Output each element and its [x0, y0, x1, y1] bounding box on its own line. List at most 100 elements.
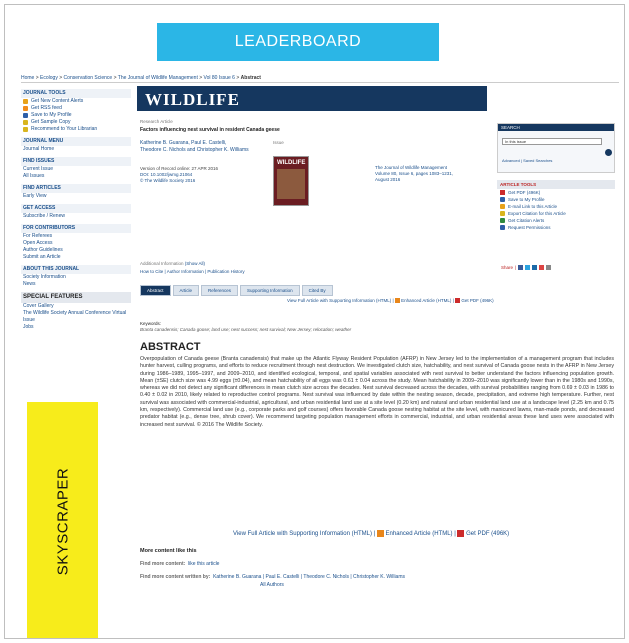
special-jobs[interactable]: Jobs [21, 324, 131, 331]
alert-icon [23, 99, 28, 104]
view-full-article-link-bottom[interactable]: View Full Article with Supporting Inform… [233, 531, 372, 537]
breadcrumb-current: Abstract [240, 75, 261, 81]
rss-icon [23, 106, 28, 111]
enhanced-article-link-bottom[interactable]: Enhanced Article (HTML) [386, 531, 453, 537]
journal-volume[interactable]: Volume 80, Issue 6, pages 1083–1231, Aug… [375, 171, 465, 183]
breadcrumb-volume[interactable]: Vol 80 Issue 6 [204, 75, 235, 81]
keywords-list[interactable]: Branta canadensis; Canada goose; land us… [140, 327, 610, 333]
twitter-icon[interactable] [525, 265, 531, 270]
menu-open-access[interactable]: Open Access [21, 240, 131, 247]
menu-news[interactable]: News [21, 281, 131, 288]
left-sidebar: JOURNAL TOOLS Get New Content Alerts Get… [21, 85, 131, 331]
menu-author-guidelines[interactable]: Author Guidelines [21, 247, 131, 254]
cover-title: WILDLIFE [277, 160, 306, 166]
tab-supporting-info[interactable]: Supporting Information [240, 285, 300, 296]
publication-info: Version of Record online: 27 APR 2016 DO… [140, 166, 260, 184]
abstract-heading: ABSTRACT [140, 341, 201, 353]
breadcrumb: Home > Ecology > Conservation Science > … [21, 75, 261, 81]
export-icon [500, 211, 505, 216]
view-full-article-link[interactable]: View Full Article with Supporting Inform… [287, 298, 391, 303]
journal-cover-image[interactable]: WILDLIFE [273, 156, 309, 206]
advanced-search-link[interactable]: Advanced [502, 158, 520, 163]
menu-all-issues[interactable]: All Issues [21, 173, 131, 180]
menu-submit-article[interactable]: Submit an Article [21, 254, 131, 261]
special-virtual-issue[interactable]: The Wildlife Society Annual Conference V… [21, 310, 131, 324]
article-type: Research Article [140, 119, 173, 124]
tab-references[interactable]: References [201, 285, 239, 296]
journal-tool-save[interactable]: Save to My Profile [21, 112, 131, 119]
authors-line-1[interactable]: Katherine B. Guarana, Paul E. Castelli, [140, 140, 300, 147]
author-info-link[interactable]: Author Information [167, 269, 204, 274]
skyscraper-label: SKYSCRAPER [54, 467, 72, 575]
find-more-label: Find more content: [140, 561, 186, 567]
all-authors-link[interactable]: All Authors [260, 582, 284, 588]
saved-searches-link[interactable]: Saved Searches [523, 158, 552, 163]
menu-early-view[interactable]: Early View [21, 193, 131, 200]
tool-get-pdf[interactable]: Get PDF (496K) [497, 189, 615, 196]
search-go-button[interactable] [605, 149, 612, 156]
enhanced-icon [394, 298, 400, 304]
facebook-icon[interactable] [518, 265, 524, 270]
breadcrumb-home[interactable]: Home [21, 75, 34, 81]
permissions-icon [500, 225, 505, 230]
menu-society-info[interactable]: Society Information [21, 274, 131, 281]
tool-save-profile[interactable]: Save to My Profile [497, 196, 615, 203]
share-bar: Share | [501, 265, 552, 270]
main-content: WILDLIFE Research Article Factors influe… [137, 83, 619, 638]
copyright: © The Wildlife Society 2016 [140, 178, 196, 183]
tab-abstract[interactable]: Abstract [140, 285, 171, 296]
more-content-by: Find more content written by: Katherine … [140, 573, 600, 589]
show-all-link[interactable]: (Show All) [185, 261, 205, 266]
additional-info: Additional Information (Show All) [140, 261, 206, 266]
google-icon[interactable] [539, 265, 545, 270]
pub-history-link[interactable]: Publication History [207, 269, 244, 274]
tool-citation-alerts[interactable]: Get Citation Alerts [497, 217, 615, 224]
enhanced-article-link[interactable]: Enhanced Article (HTML) [401, 298, 451, 303]
recommend-icon [23, 127, 28, 132]
menu-subscribe[interactable]: Subscribe / Renew [21, 213, 131, 220]
breadcrumb-ecology[interactable]: Ecology [40, 75, 58, 81]
journal-banner[interactable]: WILDLIFE [137, 86, 487, 111]
tool-export-citation[interactable]: Export Citation for this Article [497, 210, 615, 217]
tool-email-link[interactable]: E-mail Link to this Article [497, 203, 615, 210]
menu-journal-home[interactable]: Journal Home [21, 146, 131, 153]
breadcrumb-conservation[interactable]: Conservation Science [64, 75, 113, 81]
get-pdf-link[interactable]: Get PDF (496K) [461, 298, 493, 303]
leaderboard-ad[interactable]: LEADERBOARD [157, 23, 439, 61]
journal-tool-rss[interactable]: Get RSS feed [21, 105, 131, 112]
menu-referees[interactable]: For Referees [21, 233, 131, 240]
journal-info: The Journal of Wildlife Management Volum… [375, 165, 465, 183]
more-authors-links[interactable]: Katherine B. Guarana | Paul E. Castelli … [213, 574, 405, 580]
pdf-icon [457, 530, 465, 537]
linkedin-icon[interactable] [532, 265, 538, 270]
find-by-label: Find more content written by: [140, 574, 211, 580]
find-issues-heading: FIND ISSUES [21, 157, 131, 166]
journal-tool-alerts[interactable]: Get New Content Alerts [21, 98, 131, 105]
article-tools-heading: ARTICLE TOOLS [497, 180, 615, 189]
breadcrumb-journal[interactable]: The Journal of Wildlife Management [118, 75, 198, 81]
tab-article[interactable]: Article [172, 285, 200, 296]
more-content-heading: More content like this [140, 548, 197, 554]
search-scope-select[interactable]: In this issue [502, 138, 602, 145]
journal-tool-sample[interactable]: Get Sample Copy [21, 119, 131, 126]
search-links: Advanced | Saved Searches [502, 158, 553, 163]
journal-tool-recommend[interactable]: Recommend to Your Librarian [21, 126, 131, 133]
tool-permissions[interactable]: Request Permissions [497, 224, 615, 231]
find-articles-heading: FIND ARTICLES [21, 184, 131, 193]
like-this-article-link[interactable]: like this article [188, 561, 219, 567]
save-icon [23, 113, 28, 118]
share-label: Share [501, 265, 514, 270]
save-icon [500, 197, 505, 202]
sample-copy-icon [23, 120, 28, 125]
special-cover-gallery[interactable]: Cover Gallery [21, 303, 131, 310]
menu-current-issue[interactable]: Current Issue [21, 166, 131, 173]
how-to-cite-link[interactable]: How to Cite [140, 269, 163, 274]
tab-cited-by[interactable]: Cited By [301, 285, 333, 296]
email-share-icon[interactable] [546, 265, 552, 270]
journal-menu-heading: JOURNAL MENU [21, 137, 131, 146]
get-pdf-link-bottom[interactable]: Get PDF (496K) [466, 531, 509, 537]
authors-line-2[interactable]: Theodore C. Nichols and Christopher K. W… [140, 147, 300, 154]
more-content-find: Find more content: like this article [140, 561, 219, 567]
enhanced-icon [376, 530, 384, 537]
leaderboard-label: LEADERBOARD [234, 33, 362, 50]
